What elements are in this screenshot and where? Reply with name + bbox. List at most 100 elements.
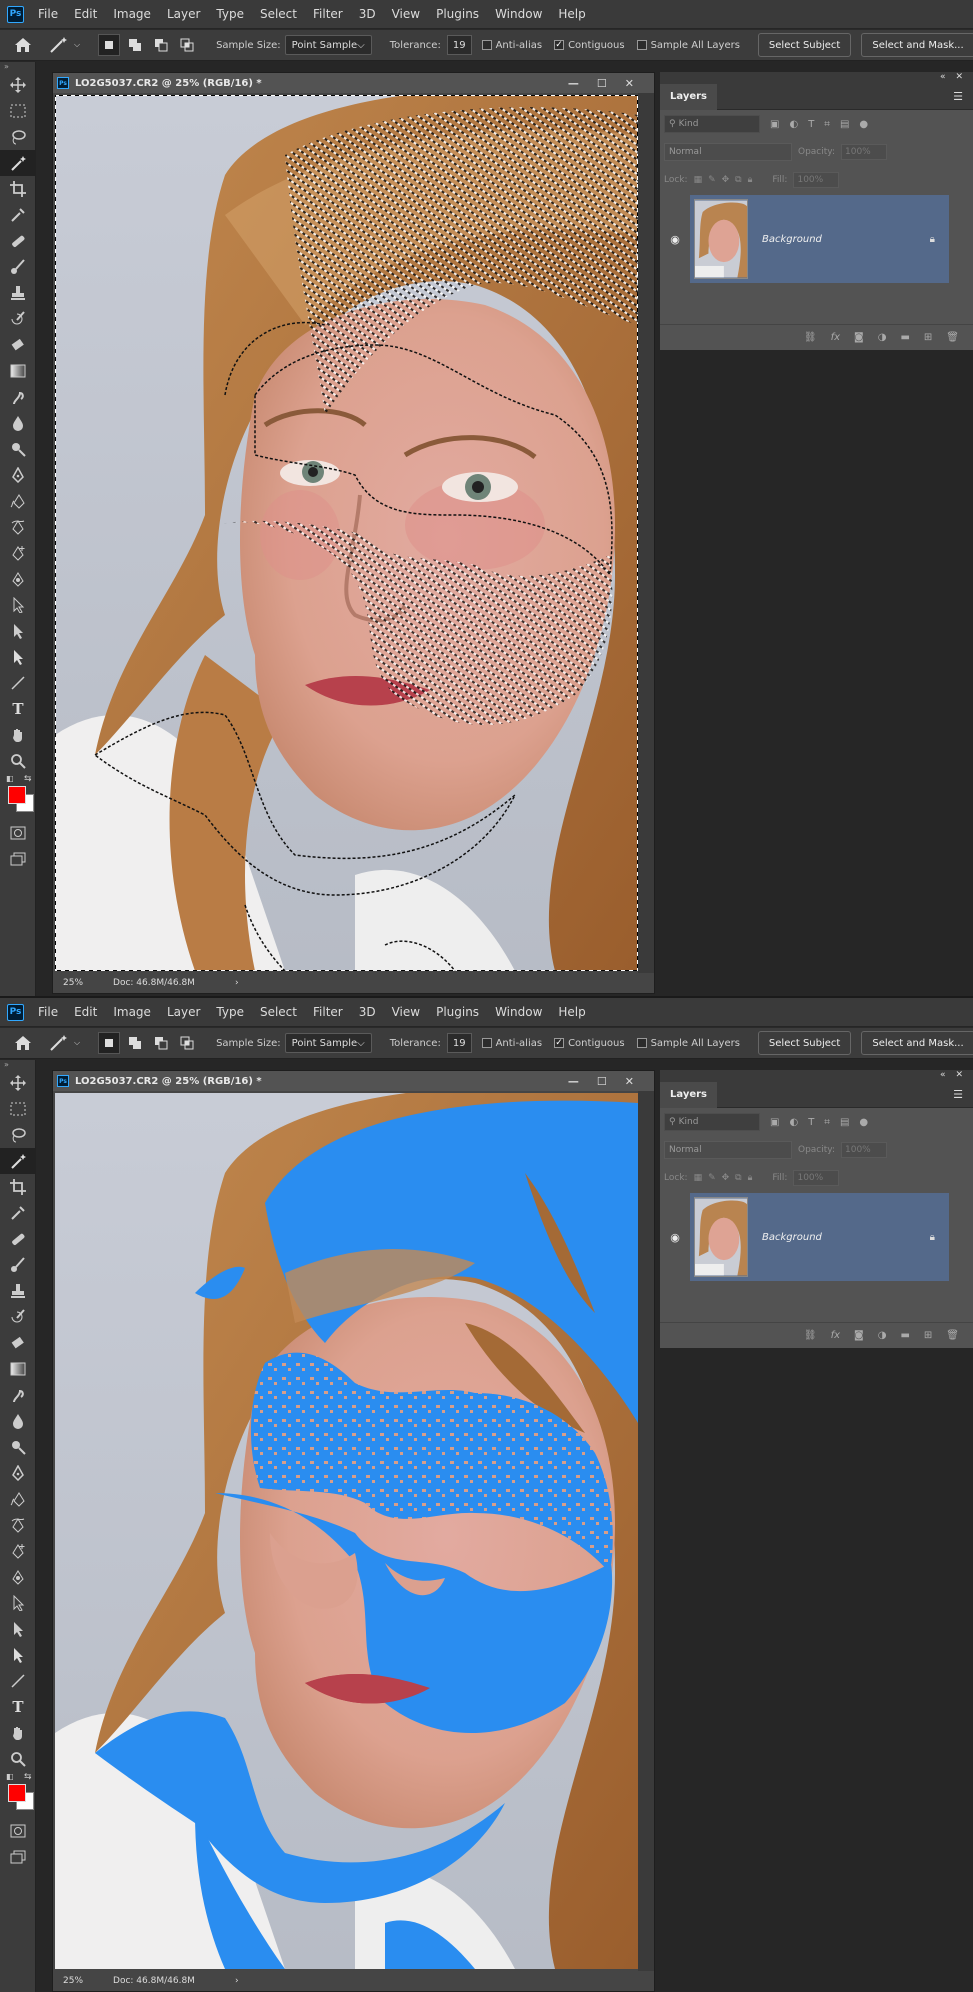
add-mask-icon[interactable]: ◙ (854, 332, 864, 343)
lock-all-icon[interactable]: 🔒︎ (748, 175, 753, 185)
shape-filter-icon[interactable]: ⌗ (824, 1117, 830, 1128)
hand-tool[interactable] (0, 1720, 36, 1746)
clone-stamp-tool[interactable] (0, 280, 36, 306)
eyedropper-tool[interactable] (0, 1200, 36, 1226)
eyedropper-tool[interactable] (0, 202, 36, 228)
menu-help[interactable]: Help (553, 1005, 590, 1019)
menu-image[interactable]: Image (108, 7, 156, 21)
panel-menu-icon[interactable]: ☰ (953, 1088, 963, 1101)
sample-all-layers-checkbox[interactable]: Sample All Layers (636, 40, 740, 51)
gradient-tool[interactable] (0, 1356, 36, 1382)
swap-colors-icon[interactable]: ⇆ (24, 1772, 32, 1782)
swap-colors-icon[interactable]: ⇆ (24, 774, 32, 784)
add-anchor-tool[interactable] (0, 540, 36, 566)
menu-view[interactable]: View (387, 1005, 425, 1019)
lock-all-icon[interactable]: 🔒︎ (748, 1173, 753, 1183)
lock-image-icon[interactable]: ✎ (708, 1173, 716, 1183)
direct-selection-tool[interactable] (0, 618, 36, 644)
menu-filter[interactable]: Filter (308, 7, 348, 21)
blur-tool[interactable] (0, 410, 36, 436)
move-tool[interactable] (0, 72, 36, 98)
line-tool[interactable] (0, 670, 36, 696)
type-tool[interactable]: T (0, 1694, 36, 1720)
add-to-selection-button[interactable] (124, 1032, 146, 1054)
maximize-icon[interactable]: ☐ (597, 1075, 607, 1088)
menu-plugins[interactable]: Plugins (431, 1005, 484, 1019)
contiguous-checkbox[interactable]: ✓ Contiguous (554, 40, 625, 51)
default-colors-icon[interactable]: ◧ (6, 774, 14, 783)
new-selection-button[interactable] (98, 34, 121, 56)
select-subject-button[interactable]: Select Subject (757, 1031, 852, 1055)
foreground-color-swatch[interactable] (8, 1784, 26, 1802)
layer-style-icon[interactable]: fx (831, 332, 840, 343)
pixel-filter-icon[interactable]: ▣ (770, 1117, 779, 1128)
chevron-right-icon[interactable]: › (235, 1976, 239, 1986)
menu-file[interactable]: File (33, 7, 63, 21)
filter-toggle-icon[interactable]: ● (859, 1117, 868, 1128)
menu-3d[interactable]: 3D (354, 1005, 381, 1019)
image-canvas[interactable] (55, 95, 638, 971)
adjustment-layer-icon[interactable]: ◑ (878, 332, 887, 343)
link-layers-icon[interactable]: ⛓ (804, 332, 817, 343)
menu-select[interactable]: Select (255, 7, 302, 21)
intersect-selection-button[interactable] (176, 1032, 198, 1054)
gradient-tool[interactable] (0, 358, 36, 384)
lock-transparent-icon[interactable]: ▦ (694, 175, 703, 185)
quick-mask-button[interactable] (0, 1818, 36, 1844)
smart-object-filter-icon[interactable]: ▤ (840, 1117, 849, 1128)
type-tool[interactable]: T (0, 696, 36, 722)
sample-size-select[interactable]: Point Sample ⌵ (284, 1033, 372, 1053)
menu-window[interactable]: Window (490, 7, 547, 21)
sample-all-layers-checkbox[interactable]: Sample All Layers (636, 1038, 740, 1049)
history-brush-tool[interactable] (0, 1304, 36, 1330)
anti-alias-checkbox[interactable]: Anti-alias (481, 40, 542, 51)
lock-position-icon[interactable]: ✥ (722, 175, 730, 185)
add-mask-icon[interactable]: ◙ (854, 1330, 864, 1341)
tolerance-input[interactable]: 19 (446, 35, 472, 55)
dodge-tool[interactable] (0, 436, 36, 462)
magic-wand-tool[interactable] (0, 150, 36, 176)
path-selection-tool[interactable] (0, 592, 36, 618)
close-icon[interactable]: ✕ (625, 1075, 634, 1088)
add-to-selection-button[interactable] (124, 34, 146, 56)
menu-image[interactable]: Image (108, 1005, 156, 1019)
menu-edit[interactable]: Edit (69, 7, 102, 21)
layer-row-background[interactable]: ◉ Background 🔒︎ (660, 194, 973, 284)
menu-type[interactable]: Type (211, 1005, 249, 1019)
smudge-tool[interactable] (0, 1382, 36, 1408)
trash-icon[interactable]: 🗑︎ (946, 332, 959, 343)
direct-selection-tool[interactable] (0, 1616, 36, 1642)
menu-filter[interactable]: Filter (308, 1005, 348, 1019)
menu-select[interactable]: Select (255, 1005, 302, 1019)
panel-collapse-icon[interactable]: » (0, 62, 35, 72)
smudge-tool[interactable] (0, 384, 36, 410)
select-subject-button[interactable]: Select Subject (757, 33, 852, 57)
anti-alias-checkbox[interactable]: Anti-alias (481, 1038, 542, 1049)
menu-window[interactable]: Window (490, 1005, 547, 1019)
brush-tool[interactable] (0, 254, 36, 280)
menu-type[interactable]: Type (211, 7, 249, 21)
filter-toggle-icon[interactable]: ● (859, 119, 868, 130)
opacity-input[interactable]: 100% (841, 1142, 887, 1158)
move-tool[interactable] (0, 1070, 36, 1096)
intersect-selection-button[interactable] (176, 34, 198, 56)
foreground-color-swatch[interactable] (8, 786, 26, 804)
add-anchor-tool[interactable] (0, 1538, 36, 1564)
pen-tool[interactable] (0, 462, 36, 488)
visibility-eye-icon[interactable]: ◉ (660, 1231, 690, 1244)
maximize-icon[interactable]: ☐ (597, 77, 607, 90)
tab-layers[interactable]: Layers (660, 83, 717, 110)
panel-collapse-icon[interactable]: » (0, 1060, 35, 1070)
tool-preset-picker[interactable]: ⌵ (49, 1034, 80, 1052)
magic-wand-tool[interactable] (0, 1148, 36, 1174)
adjustment-layer-icon[interactable]: ◑ (878, 1330, 887, 1341)
select-and-mask-button[interactable]: Select and Mask... (861, 1031, 973, 1055)
curvature-pen-tool[interactable] (0, 514, 36, 540)
zoom-tool[interactable] (0, 1746, 36, 1772)
minimize-icon[interactable]: — (568, 77, 579, 90)
blur-tool[interactable] (0, 1408, 36, 1434)
pixel-filter-icon[interactable]: ▣ (770, 119, 779, 130)
lock-image-icon[interactable]: ✎ (708, 175, 716, 185)
new-layer-icon[interactable]: ⊞ (924, 1330, 932, 1341)
layer-item[interactable]: Background 🔒︎ (690, 1193, 949, 1281)
